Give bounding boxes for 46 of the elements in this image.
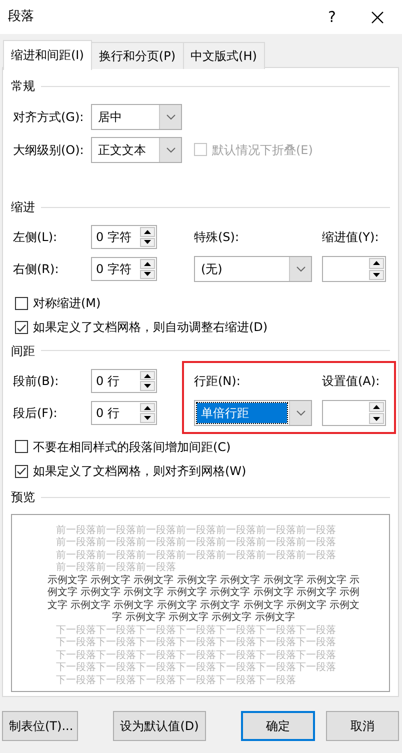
tab[interactable]: 换行和分页(P) xyxy=(90,42,184,69)
checkbox[interactable] xyxy=(15,296,28,310)
dropdown[interactable]: (无) xyxy=(194,256,312,282)
chevron-icon xyxy=(296,410,306,416)
preview-text: 前一段落前一段落前一段落前一段落前一段落前一段落前一段落前一段落前一段落前一段落前一段落前一段落前一段落前一段落前一段落前一段落前一段落前一段落前一段落前一段落前一段落前一段落前一段落前一段落 xyxy=(56,524,337,574)
field-label: 段后(F): xyxy=(12,406,58,420)
section-heading: 间距 xyxy=(11,344,35,358)
field-label: 特殊(S): xyxy=(194,228,240,246)
close-icon xyxy=(370,10,384,24)
field-label: 左侧(L): xyxy=(12,230,58,244)
checkbox-label: 默认情况下折叠(E) xyxy=(212,142,313,158)
help-button[interactable]: ? xyxy=(312,8,352,26)
checkbox-label: 如果定义了文档网格，则对齐到网格(W) xyxy=(33,464,246,479)
tab[interactable]: 缩进和间距(I) xyxy=(3,40,92,70)
section-heading: 缩进 xyxy=(11,200,35,214)
check-icon xyxy=(16,466,27,476)
checkbox[interactable] xyxy=(15,321,28,334)
section-heading: 预览 xyxy=(11,490,35,505)
chevron-icon xyxy=(166,147,176,153)
preview-sample-text: 示例文字 示例文字 示例文字 示例文字 示例文字 示例文字 示例文字 示例文字 示例文字 示例文字 示例文字 示例文字 示例文字 示例文字 示例文字 示例文字 示例文字 示例文字 示例文字 示例文字 示例文字 示例文字 示例文字 示例文字 示例文字 示例文字 xyxy=(46,574,361,624)
chevron-icon xyxy=(296,266,306,272)
field-label: 段前(B): xyxy=(12,374,60,388)
field-label: 行距(N): xyxy=(194,372,242,390)
preview-text: 下一段落下一段落下一段落下一段落下一段落下一段落下一段落下一段落下一段落下一段落下一段落下一段落下一段落下一段落下一段落下一段落下一段落下一段落下一段落下一段落下一段落下一段落下一段落下一段落下一段落下一段落下一段落下一段落下一段落下一段落下一段落下一段落下一段落下一段落 xyxy=(56,624,337,688)
dialog-button[interactable]: 确定 xyxy=(241,711,315,741)
window-title: 段落 xyxy=(8,9,35,25)
tab[interactable]: 中文版式(H) xyxy=(182,42,265,69)
field-label: 设置值(A): xyxy=(322,372,381,390)
dropdown[interactable]: 单倍行距 xyxy=(194,400,312,426)
field-label: 对齐方式(G): xyxy=(12,110,85,124)
chevron-icon xyxy=(166,114,176,120)
field-label: 缩进值(Y): xyxy=(322,228,380,246)
section-heading: 常规 xyxy=(11,78,35,94)
dropdown[interactable]: 居中 xyxy=(91,104,182,130)
field-label: 大纲级别(O): xyxy=(12,142,85,158)
checkbox-label: 如果定义了文档网格，则自动调整右缩进(D) xyxy=(33,320,268,335)
dialog-button[interactable]: 取消 xyxy=(326,711,399,741)
dialog-button[interactable]: 制表位(T)... xyxy=(2,711,78,741)
checkbox-label: 对称缩进(M) xyxy=(33,296,101,310)
dialog-button[interactable]: 设为默认值(D) xyxy=(113,711,206,741)
checkbox-label: 不要在相同样式的段落间增加间距(C) xyxy=(33,440,231,454)
checkbox[interactable] xyxy=(15,440,28,454)
check-icon xyxy=(16,322,27,333)
checkbox[interactable] xyxy=(15,464,28,478)
field-label: 右侧(R): xyxy=(12,262,60,276)
dropdown[interactable]: 正文文本 xyxy=(91,137,182,163)
